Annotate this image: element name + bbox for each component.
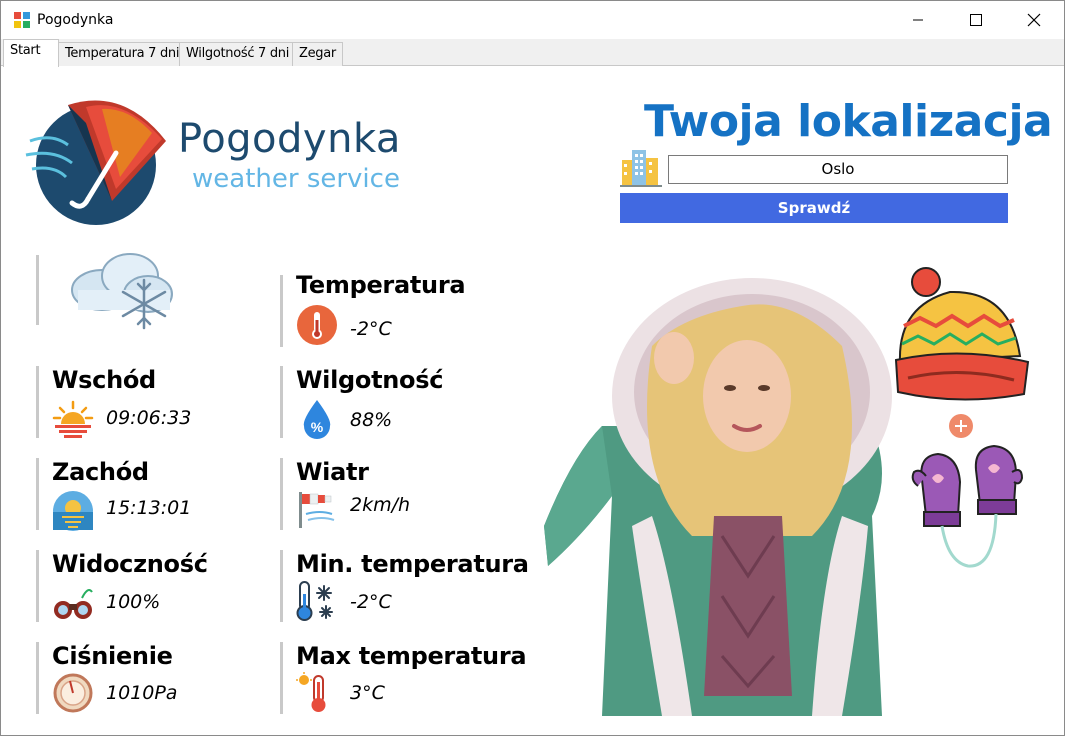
mittens-image — [911, 444, 1024, 568]
temperature-label: Temperatura — [296, 271, 466, 299]
divider — [280, 366, 283, 438]
divider — [280, 458, 283, 530]
minimize-button[interactable] — [889, 1, 947, 39]
binoculars-icon — [54, 589, 93, 619]
sunset-value: 15:13:01 — [106, 497, 192, 519]
humidity-value: 88% — [350, 409, 393, 431]
sunrise-label: Wschód — [52, 366, 156, 394]
sunrise-icon — [52, 400, 94, 438]
snow-cloud-icon — [71, 253, 173, 330]
max-temp-value: 3°C — [350, 682, 385, 704]
tab-temperature-7-days[interactable]: Temperatura 7 dni — [58, 42, 180, 66]
divider — [280, 275, 283, 347]
sunset-label: Zachód — [52, 458, 149, 486]
woman-winter-coat-image — [544, 278, 892, 716]
divider — [36, 458, 39, 530]
divider — [280, 642, 283, 714]
winter-hat-image — [894, 267, 1030, 401]
maximize-icon — [970, 14, 982, 26]
humidity-drop-icon: % — [303, 400, 331, 439]
visibility-value: 100% — [106, 591, 161, 613]
tab-humidity-7-days[interactable]: Wilgotność 7 dni — [179, 42, 293, 66]
city-buildings-icon — [620, 150, 662, 187]
plus-icon — [949, 414, 973, 438]
start-tab-content: Pogodynka weather service Twoja lokaliza… — [2, 66, 1064, 735]
location-title: Twoja lokalizacja — [644, 96, 1053, 147]
close-button[interactable] — [1005, 1, 1063, 39]
umbrella-logo-icon — [25, 100, 166, 225]
min-temp-value: -2°C — [350, 591, 392, 613]
title-bar: Pogodynka — [1, 1, 1064, 39]
city-input-value: Oslo — [821, 160, 855, 178]
app-window: Pogodynka Start Temperatura 7 dni Wilgot… — [0, 0, 1065, 736]
maximize-button[interactable] — [947, 1, 1005, 39]
hot-thermometer-icon — [296, 672, 326, 712]
tab-clock[interactable]: Zegar — [292, 42, 343, 66]
logo-subtitle: weather service — [192, 164, 400, 194]
sunrise-value: 09:06:33 — [106, 407, 192, 429]
wind-icon — [299, 492, 335, 528]
divider — [36, 255, 39, 325]
divider — [36, 642, 39, 714]
logo-title: Pogodynka — [178, 116, 401, 162]
divider — [36, 550, 39, 622]
pressure-label: Ciśnienie — [52, 642, 173, 670]
humidity-label: Wilgotność — [296, 366, 444, 394]
sunset-icon — [53, 491, 93, 531]
wind-label: Wiatr — [296, 458, 369, 486]
visibility-label: Widoczność — [52, 550, 208, 578]
barometer-icon — [53, 673, 93, 713]
divider — [36, 366, 39, 438]
svg-text:%: % — [311, 419, 324, 435]
wind-value: 2km/h — [350, 494, 411, 516]
close-icon — [1027, 13, 1041, 27]
minimize-icon — [913, 19, 923, 21]
pressure-value: 1010Pa — [106, 682, 178, 704]
thermometer-icon — [297, 305, 337, 345]
divider — [280, 550, 283, 622]
tab-strip: Start Temperatura 7 dni Wilgotność 7 dni… — [1, 39, 1064, 67]
tab-start[interactable]: Start — [3, 39, 59, 67]
window-title: Pogodynka — [37, 12, 114, 28]
min-temp-label: Min. temperatura — [296, 550, 529, 578]
cold-thermometer-icon — [296, 581, 333, 621]
temperature-value: -2°C — [350, 318, 392, 340]
app-icon — [14, 12, 30, 28]
city-input[interactable]: Oslo — [668, 155, 1008, 184]
check-button[interactable]: Sprawdź — [620, 193, 1008, 223]
max-temp-label: Max temperatura — [296, 642, 527, 670]
